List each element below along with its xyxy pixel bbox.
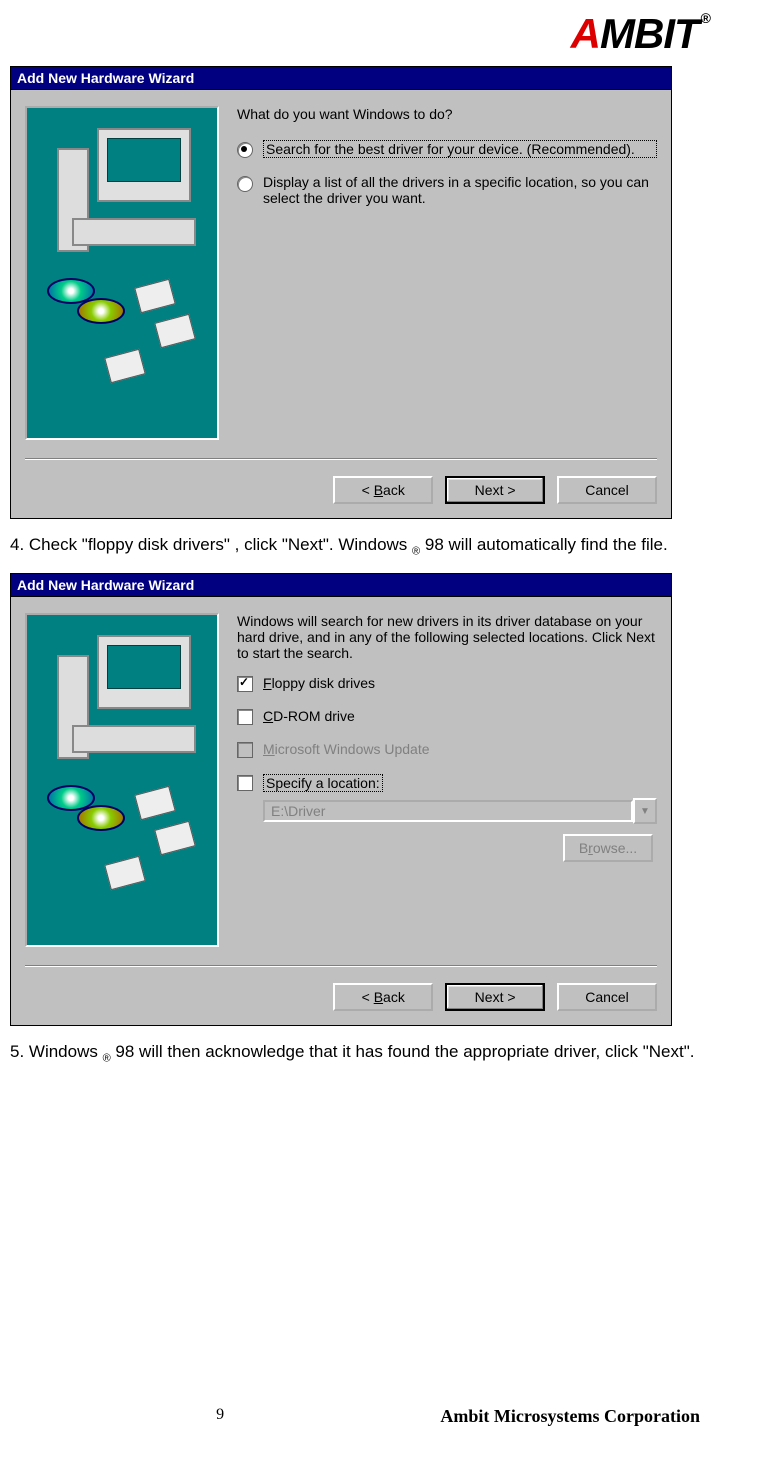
floppy-icon <box>104 856 146 890</box>
step4-part-a: 4. Check "floppy disk drivers" , click "… <box>10 535 412 554</box>
checkbox-specify[interactable]: Specify a location: <box>237 774 657 792</box>
step5-part-b: 98 will then acknowledge that it has fou… <box>111 1042 695 1061</box>
reg-mark: ® <box>103 1053 111 1065</box>
page-footer: 9 Ambit Microsystems Corporation <box>0 1406 760 1427</box>
floppy-icon <box>134 279 176 313</box>
browse-button: Browse... <box>563 834 653 862</box>
back-button[interactable]: < Back <box>333 983 433 1011</box>
step4-part-b: 98 will automatically find the file. <box>420 535 668 554</box>
page-number: 9 <box>0 1406 440 1427</box>
checkbox-icon[interactable] <box>237 676 253 692</box>
cancel-button[interactable]: Cancel <box>557 476 657 504</box>
floppy-icon <box>134 786 176 820</box>
wizard-content: What do you want Windows to do? Search f… <box>237 106 657 440</box>
titlebar: Add New Hardware Wizard <box>11 574 671 597</box>
intro-text: Windows will search for new drivers in i… <box>237 613 657 661</box>
reg-mark: ® <box>412 545 420 557</box>
document-page: AMBIT® Add New Hardware Wizard What do y… <box>0 0 760 1447</box>
checkbox-floppy[interactable]: Floppy disk drives <box>237 675 657 692</box>
radio-icon[interactable] <box>237 142 253 158</box>
logo-wrap: AMBIT® <box>10 10 750 58</box>
wizard-dialog-1: Add New Hardware Wizard What do you want… <box>10 66 672 519</box>
back-button[interactable]: < Back <box>333 476 433 504</box>
next-button[interactable]: Next > <box>445 983 545 1011</box>
floppy-icon <box>154 821 196 855</box>
step5-part-a: 5. Windows <box>10 1042 103 1061</box>
next-button[interactable]: Next > <box>445 476 545 504</box>
radio-icon[interactable] <box>237 176 253 192</box>
check-label: Specify a location: <box>263 774 383 792</box>
floppy-icon <box>154 314 196 348</box>
floppy-icon <box>104 349 146 383</box>
separator <box>25 458 657 460</box>
check-label: Floppy disk drives <box>263 675 375 691</box>
step-5-text: 5. Windows ® 98 will then acknowledge th… <box>10 1042 750 1064</box>
checkbox-icon[interactable] <box>237 709 253 725</box>
wizard-graphic-panel <box>25 613 219 947</box>
separator <box>25 965 657 967</box>
dropdown-button: ▼ <box>633 798 657 824</box>
wizard-body: What do you want Windows to do? Search f… <box>11 90 671 452</box>
monitor-icon <box>97 635 191 709</box>
checkbox-icon[interactable] <box>237 775 253 791</box>
checkbox-cdrom[interactable]: CD-ROM drive <box>237 708 657 725</box>
logo-rest: MBIT <box>600 10 699 57</box>
browse-row: Browse... <box>237 834 653 862</box>
prompt-text: What do you want Windows to do? <box>237 106 657 122</box>
step-4-text: 4. Check "floppy disk drivers" , click "… <box>10 535 750 557</box>
button-row: < Back Next > Cancel <box>11 466 671 518</box>
button-row: < Back Next > Cancel <box>11 973 671 1025</box>
radio-option-list[interactable]: Display a list of all the drivers in a s… <box>237 174 657 206</box>
checkbox-msupdate: Microsoft Windows Update <box>237 741 657 758</box>
radio-label: Search for the best driver for your devi… <box>263 140 657 158</box>
check-label: CD-ROM drive <box>263 708 355 724</box>
footer-corp: Ambit Microsystems Corporation <box>440 1406 700 1427</box>
radio-label: Display a list of all the drivers in a s… <box>263 174 657 206</box>
wizard-dialog-2: Add New Hardware Wizard Windows will sea… <box>10 573 672 1026</box>
wizard-content: Windows will search for new drivers in i… <box>237 613 657 947</box>
base-icon <box>72 725 196 753</box>
wizard-graphic-panel <box>25 106 219 440</box>
disc-icon <box>77 805 125 831</box>
base-icon <box>72 218 196 246</box>
monitor-icon <box>97 128 191 202</box>
radio-option-search[interactable]: Search for the best driver for your devi… <box>237 140 657 158</box>
ambit-logo: AMBIT® <box>571 10 710 58</box>
logo-a: A <box>571 10 600 58</box>
disc-icon <box>77 298 125 324</box>
titlebar: Add New Hardware Wizard <box>11 67 671 90</box>
cancel-button[interactable]: Cancel <box>557 983 657 1011</box>
logo-reg: ® <box>701 10 710 26</box>
location-path-row: ▼ <box>263 798 657 824</box>
wizard-body: Windows will search for new drivers in i… <box>11 597 671 959</box>
checkbox-icon <box>237 742 253 758</box>
location-input <box>263 800 633 822</box>
check-label: Microsoft Windows Update <box>263 741 430 757</box>
